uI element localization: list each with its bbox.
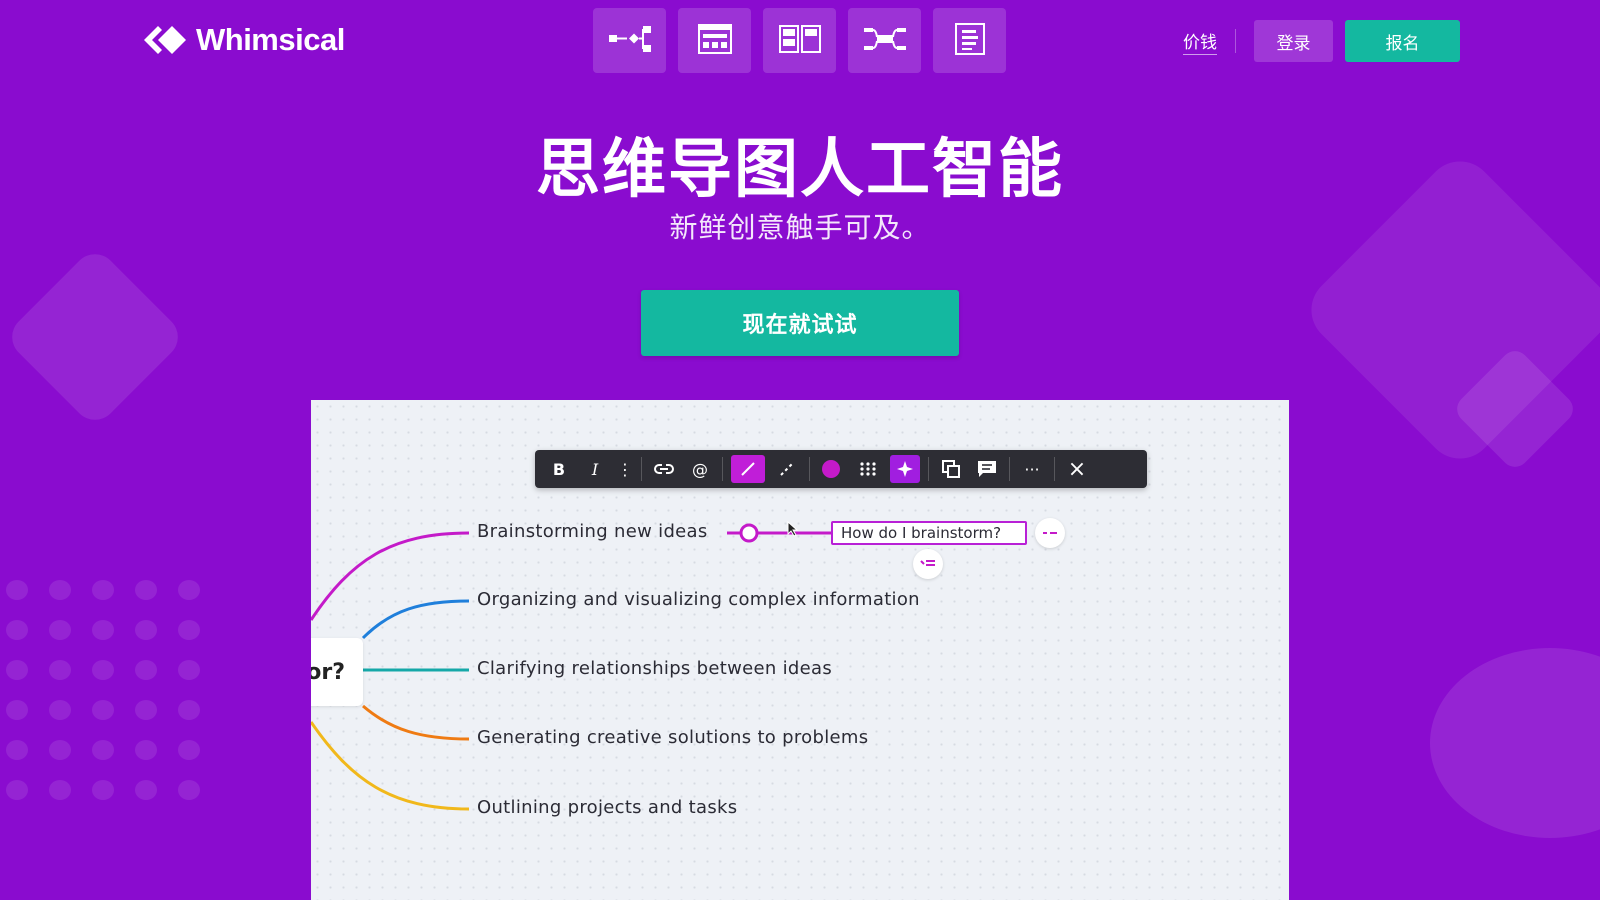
product-tile-docs[interactable] xyxy=(933,8,1006,73)
new-node-input[interactable]: How do I brainstorm? xyxy=(831,521,1027,545)
ai-sparkle-icon[interactable] xyxy=(890,455,920,483)
duplicate-icon[interactable] xyxy=(937,455,965,483)
bold-button[interactable]: B xyxy=(545,455,573,483)
try-now-button[interactable]: 现在就试试 xyxy=(641,290,959,356)
account-nav: 价钱 登录 报名 xyxy=(1183,20,1460,62)
whimsical-logo-icon xyxy=(140,22,188,58)
more-options-button[interactable]: ··· xyxy=(1018,455,1046,483)
mention-button[interactable]: @ xyxy=(686,455,714,483)
decorative-dot-grid xyxy=(6,580,206,800)
product-tile-flowchart[interactable] xyxy=(593,8,666,73)
login-button[interactable]: 登录 xyxy=(1254,20,1333,62)
logo-link[interactable]: Whimsical xyxy=(140,22,345,58)
wireframe-icon xyxy=(697,23,733,59)
product-tile-wireframe[interactable] xyxy=(678,8,751,73)
color-icon[interactable] xyxy=(818,455,846,483)
product-nav xyxy=(593,8,1006,73)
node-toolbar: B I ⋮ @ ··· × xyxy=(535,450,1147,488)
flowchart-icon xyxy=(607,24,653,58)
root-node[interactable]: or? xyxy=(311,638,363,706)
product-tile-mindmap[interactable] xyxy=(848,8,921,73)
hero-subtitle: 新鲜创意触手可及。 xyxy=(669,211,931,244)
mouse-cursor-icon xyxy=(787,520,799,541)
nav-divider xyxy=(1235,29,1236,53)
branch-node[interactable]: Organizing and visualizing complex infor… xyxy=(477,589,920,610)
line-style-icon[interactable] xyxy=(731,455,765,483)
brand-name: Whimsical xyxy=(196,22,345,57)
branch-node[interactable]: Brainstorming new ideas xyxy=(477,521,708,542)
grid-icon[interactable] xyxy=(854,455,882,483)
collapse-icon[interactable] xyxy=(1035,518,1065,548)
branch-node[interactable]: Clarifying relationships between ideas xyxy=(477,658,832,679)
product-tile-board[interactable] xyxy=(763,8,836,73)
mindmap-icon xyxy=(862,24,908,58)
text-options-button[interactable]: ⋮ xyxy=(617,455,633,483)
hero-title: 思维导图人工智能 xyxy=(536,133,1064,207)
add-child-icon[interactable] xyxy=(913,549,943,579)
comment-icon[interactable] xyxy=(973,455,1001,483)
branch-node[interactable]: Generating creative solutions to problem… xyxy=(477,727,868,748)
signup-button[interactable]: 报名 xyxy=(1345,20,1460,62)
line-dashed-icon[interactable] xyxy=(773,455,801,483)
link-icon[interactable] xyxy=(650,455,678,483)
board-icon xyxy=(778,24,822,58)
italic-button[interactable]: I xyxy=(581,455,609,483)
pricing-link[interactable]: 价钱 xyxy=(1183,28,1217,55)
close-icon[interactable]: × xyxy=(1063,455,1091,483)
mindmap-canvas-preview[interactable]: B I ⋮ @ ··· × or? Brainstorming new idea… xyxy=(311,400,1289,900)
docs-icon xyxy=(953,22,987,60)
branch-node[interactable]: Outlining projects and tasks xyxy=(477,797,737,818)
decorative-diamond-left xyxy=(3,245,187,429)
decorative-circle xyxy=(1430,648,1600,838)
